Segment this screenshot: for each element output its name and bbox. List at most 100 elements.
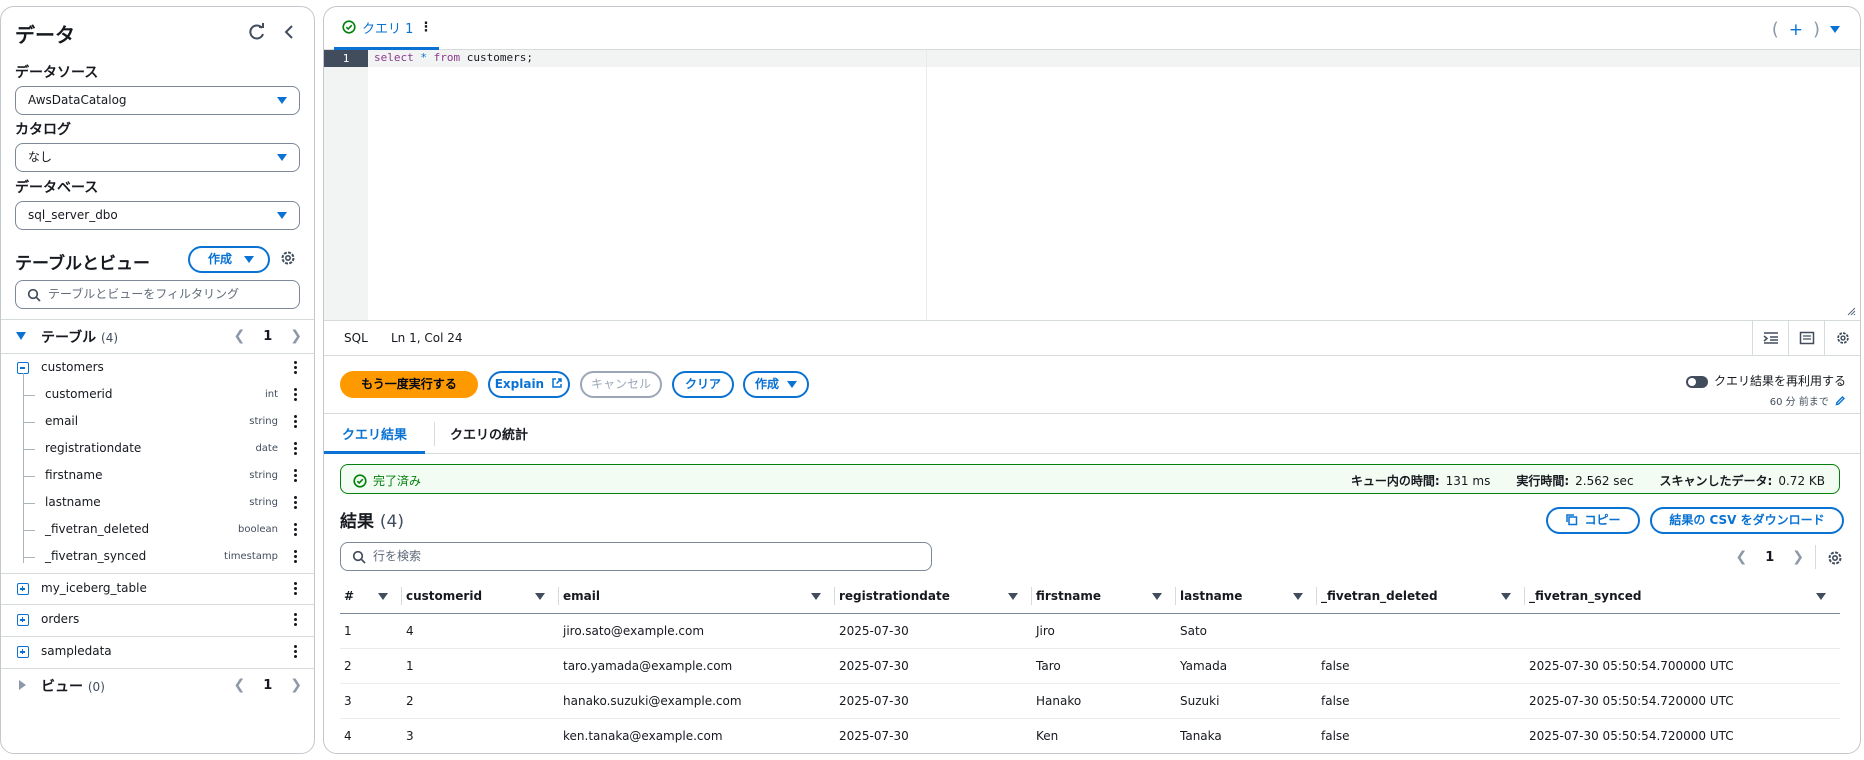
format-icon[interactable] bbox=[1752, 321, 1788, 355]
sort-icon[interactable] bbox=[1008, 593, 1018, 600]
table-cell: taro.yamada@example.com bbox=[559, 648, 835, 684]
expand-table-icon[interactable] bbox=[17, 614, 29, 626]
next-page-icon[interactable]: ❯ bbox=[290, 328, 302, 344]
sort-icon[interactable] bbox=[535, 593, 545, 600]
next-page-icon[interactable]: ❯ bbox=[1792, 549, 1804, 565]
download-csv-button[interactable]: 結果の CSV をダウンロード bbox=[1650, 507, 1844, 534]
create-button[interactable]: 作成 bbox=[743, 371, 809, 398]
results-pager: ❮ 1 ❯ bbox=[1735, 549, 1804, 565]
page-number[interactable]: 1 bbox=[1765, 550, 1774, 565]
next-page-icon[interactable]: ❯ bbox=[290, 677, 302, 693]
kebab-icon[interactable] bbox=[294, 388, 298, 403]
table-item[interactable]: my_iceberg_table bbox=[1, 576, 314, 603]
table-row: 4 3 ken.tanaka@example.com 2025-07-30 Ken Tan… bbox=[340, 718, 1840, 753]
refresh-icon[interactable] bbox=[246, 21, 268, 43]
clear-button[interactable]: クリア bbox=[672, 371, 734, 398]
copy-button[interactable]: コピー bbox=[1546, 507, 1640, 534]
sort-icon[interactable] bbox=[378, 593, 388, 600]
column-header[interactable]: lastname bbox=[1176, 579, 1317, 614]
table-filter-input[interactable]: テーブルとビューをフィルタリング bbox=[15, 280, 300, 309]
column-name: _fivetran_deleted bbox=[45, 522, 150, 536]
column-header[interactable]: # bbox=[340, 579, 402, 614]
table-item[interactable]: sampledata bbox=[1, 639, 314, 666]
query-tab[interactable]: クエリ 1 ⋮ bbox=[334, 7, 440, 50]
page-number[interactable]: 1 bbox=[263, 329, 272, 344]
prev-page-icon[interactable]: ❮ bbox=[233, 328, 245, 344]
views-section-header[interactable]: ビュー (0) ❮ 1 ❯ bbox=[1, 671, 314, 701]
expand-table-icon[interactable] bbox=[17, 583, 29, 595]
column-header[interactable]: customerid bbox=[402, 579, 559, 614]
scanned-data: スキャンしたデータ: 0.72 KB bbox=[1660, 472, 1825, 489]
tables-section-header[interactable]: テーブル (4) ❮ 1 ❯ bbox=[1, 322, 314, 352]
kebab-icon[interactable] bbox=[294, 582, 298, 597]
gear-icon[interactable] bbox=[1824, 321, 1860, 355]
expand-table-icon[interactable] bbox=[17, 646, 29, 658]
sort-icon[interactable] bbox=[1293, 593, 1303, 600]
tab-query-results[interactable]: クエリ結果 bbox=[324, 424, 426, 454]
edit-icon[interactable] bbox=[1835, 395, 1846, 406]
collapse-icon[interactable] bbox=[278, 21, 300, 43]
status-text: 完了済み bbox=[373, 474, 422, 488]
kebab-icon[interactable] bbox=[294, 613, 298, 628]
sql-editor[interactable]: 1 select * from customers; bbox=[324, 50, 1860, 320]
tab-dropdown-icon[interactable] bbox=[1830, 26, 1840, 33]
sort-icon[interactable] bbox=[1152, 593, 1162, 600]
results-tabs: クエリ結果 クエリの統計 bbox=[324, 414, 1860, 454]
column-header[interactable]: _fivetran_synced bbox=[1525, 579, 1840, 614]
catalog-select[interactable]: なし bbox=[15, 143, 300, 172]
resize-handle-icon[interactable] bbox=[1846, 306, 1856, 316]
kebab-icon[interactable] bbox=[294, 469, 298, 484]
query-status-alert: 完了済み キュー内の時間: 131 ms 実行時間: 2.562 sec スキャンし… bbox=[340, 464, 1840, 494]
editor-status-bar: SQL Ln 1, Col 24 bbox=[324, 320, 1860, 356]
sort-icon[interactable] bbox=[811, 593, 821, 600]
kebab-icon[interactable] bbox=[294, 442, 298, 457]
sort-icon[interactable] bbox=[1501, 593, 1511, 600]
sql-code[interactable]: select * from customers; bbox=[374, 51, 533, 64]
status-done: 完了済み bbox=[353, 472, 421, 489]
table-cell: 2025-07-30 05:50:54.720000 UTC bbox=[1525, 683, 1840, 719]
column-item: lastname string bbox=[1, 490, 314, 517]
identifier: customers; bbox=[466, 51, 533, 64]
datasource-select[interactable]: AwsDataCatalog bbox=[15, 86, 300, 115]
column-header[interactable]: firstname bbox=[1032, 579, 1176, 614]
explain-button[interactable]: Explain bbox=[488, 371, 570, 398]
table-cell: 2 bbox=[402, 683, 559, 719]
page-number[interactable]: 1 bbox=[263, 678, 272, 693]
expand-caret-icon[interactable] bbox=[16, 332, 26, 340]
views-count: (0) bbox=[87, 680, 105, 694]
table-cell: Suzuki bbox=[1176, 683, 1317, 719]
gear-icon[interactable] bbox=[1826, 549, 1844, 567]
cancel-button[interactable]: キャンセル bbox=[580, 371, 662, 398]
kebab-icon[interactable] bbox=[294, 415, 298, 430]
run-again-button[interactable]: もう一度実行する bbox=[340, 371, 478, 398]
row-search-input[interactable]: 行を検索 bbox=[340, 542, 932, 571]
expand-caret-icon[interactable] bbox=[19, 680, 26, 690]
caret-down-icon bbox=[277, 212, 287, 219]
column-header[interactable]: _fivetran_deleted bbox=[1317, 579, 1525, 614]
kebab-icon[interactable] bbox=[294, 523, 298, 538]
database-select[interactable]: sql_server_dbo bbox=[15, 201, 300, 230]
kebab-icon[interactable] bbox=[294, 496, 298, 511]
kebab-icon[interactable] bbox=[294, 550, 298, 565]
prev-page-icon[interactable]: ❮ bbox=[1735, 549, 1747, 565]
cursor-position: Ln 1, Col 24 bbox=[391, 331, 463, 345]
tab-query-stats[interactable]: クエリの統計 bbox=[450, 424, 528, 443]
table-item-customers[interactable]: customers bbox=[1, 355, 314, 382]
kebab-icon[interactable] bbox=[294, 645, 298, 660]
kebab-icon[interactable] bbox=[294, 361, 298, 376]
tab-menu-icon[interactable]: ⋮ bbox=[419, 20, 432, 35]
query-actions: もう一度実行する Explain キャンセル クリア 作成 クエリ結果を再利用す… bbox=[324, 356, 1860, 414]
column-header[interactable]: registrationdate bbox=[835, 579, 1032, 614]
sort-icon[interactable] bbox=[1816, 593, 1826, 600]
gear-icon[interactable] bbox=[279, 249, 297, 267]
table-item[interactable]: orders bbox=[1, 607, 314, 634]
create-table-button[interactable]: 作成 bbox=[188, 246, 270, 273]
reuse-toggle[interactable] bbox=[1685, 375, 1708, 388]
results-title-label: 結果 bbox=[340, 512, 374, 532]
column-header[interactable]: email bbox=[559, 579, 835, 614]
explain-label: Explain bbox=[494, 377, 545, 391]
add-icon[interactable]: + bbox=[1789, 20, 1803, 40]
panel-icon[interactable] bbox=[1788, 321, 1824, 355]
prev-page-icon[interactable]: ❮ bbox=[233, 677, 245, 693]
column-type: string bbox=[249, 470, 278, 481]
